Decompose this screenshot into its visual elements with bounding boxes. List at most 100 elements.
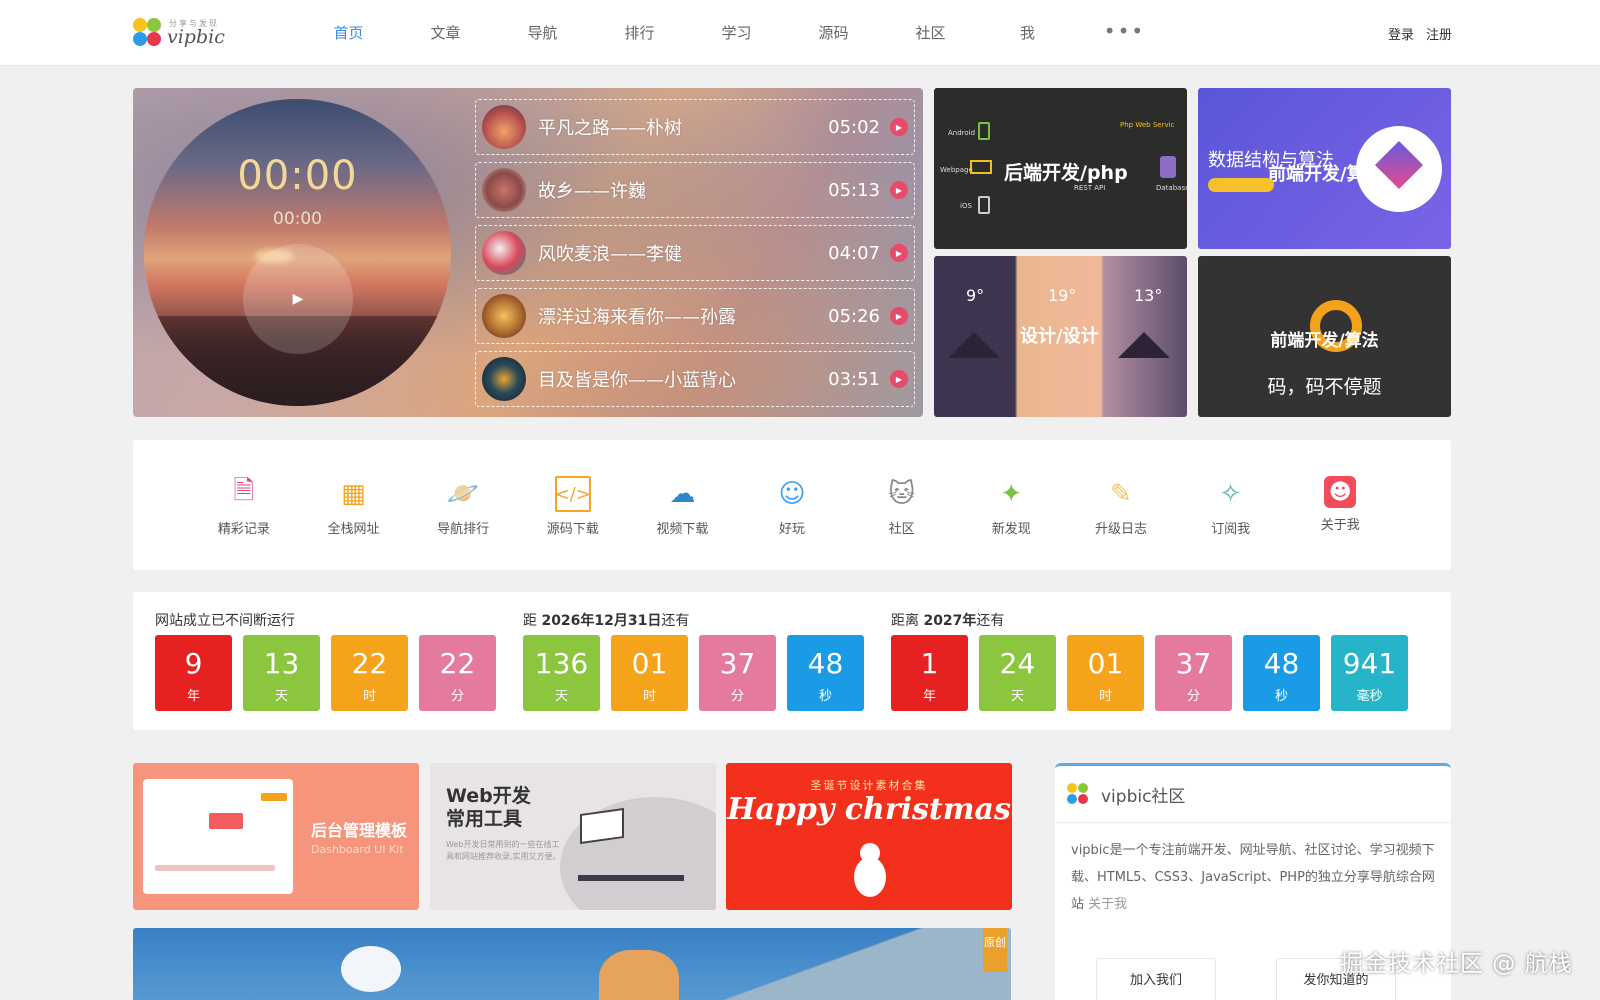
shortcut-item[interactable]: ✧ 订阅我 — [1176, 440, 1286, 570]
year-end-label-pre: 距 — [523, 613, 542, 629]
track-item[interactable]: 平凡之路——朴树 05:02 ▶ — [475, 99, 915, 155]
banner-web-tools[interactable]: Web开发 常用工具 Web开发日常用到的一些在线工具和网站推荐收录,实用又方便… — [430, 763, 716, 910]
shortcut-label: 好玩 — [779, 522, 806, 537]
cd-number: 22 — [439, 647, 476, 680]
nav-item-source[interactable]: 源码 — [785, 0, 882, 66]
track-item[interactable]: 风吹麦浪——李健 04:07 ▶ — [475, 225, 915, 281]
uptime-label-bold: 网站成立 — [155, 613, 211, 629]
community-name: vipbic社区 — [1101, 786, 1186, 807]
next-year-label-rest: 还有 — [976, 613, 1005, 629]
shortcut-item[interactable]: ☻ 关于我 — [1285, 440, 1395, 570]
track-play-icon[interactable]: ▶ — [890, 244, 908, 262]
tile-frontend-algo[interactable]: 前端开发/算法 码，码不停题 — [1198, 256, 1451, 417]
cat-icon: 🐱 — [888, 479, 916, 509]
uptime-label: 网站成立已不间断运行 — [155, 610, 496, 630]
mountain-icon — [948, 332, 1000, 358]
banner-title: 后台管理模板 — [311, 821, 408, 840]
shortcut-item[interactable]: ☁ 视频下载 — [628, 440, 738, 570]
join-us-button[interactable]: 加入我们 — [1096, 958, 1216, 1000]
uptime-group: 网站成立已不间断运行 9年 13 天 22 时 22 分 — [155, 610, 496, 711]
cd-unit: 秒 — [818, 689, 832, 704]
monitor-icon — [970, 160, 992, 174]
track-cover — [482, 294, 526, 338]
cd-unit: 时 — [362, 689, 376, 704]
cd-unit: 分 — [1186, 689, 1200, 704]
original-badge: 原创 — [983, 928, 1007, 972]
cd-box-days: 13 天 — [243, 635, 320, 711]
star-wand-icon: ✧ — [1219, 479, 1242, 509]
auth-links: 登录 注册 — [1388, 24, 1452, 43]
cd-box-minutes: 37 分 — [1155, 635, 1232, 711]
track-play-icon[interactable]: ▶ — [890, 181, 908, 199]
shortcut-label: 视频下载 — [656, 522, 709, 537]
shortcut-item[interactable]: ✎ 升级日志 — [1066, 440, 1176, 570]
next-year-label-pre: 距离 — [891, 613, 924, 629]
cd-number: 37 — [719, 647, 756, 680]
shortcut-item[interactable]: 🗎 精彩记录 — [189, 440, 299, 570]
featured-article-banner[interactable]: 原创 — [133, 928, 1011, 1000]
cd-box-days: 24 天 — [979, 635, 1056, 711]
about-link[interactable]: 关于我 — [1088, 897, 1127, 912]
snowman-body-icon — [854, 857, 886, 897]
next-year-label: 距离 2027年还有 — [891, 610, 1408, 630]
track-play-icon[interactable]: ▶ — [890, 370, 908, 388]
track-item[interactable]: 漂洋过海来看你——孙露 05:26 ▶ — [475, 288, 915, 344]
tile-database-caption: Database — [1156, 184, 1187, 192]
tile-label: 后端开发/php — [1004, 162, 1128, 184]
cd-unit: 天 — [554, 689, 568, 704]
shortcut-item[interactable]: 🐱 社区 — [847, 440, 957, 570]
track-title: 平凡之路——朴树 — [538, 118, 682, 139]
banner-title: Happy christmas — [727, 792, 1011, 827]
more-menu-icon[interactable]: ••• — [1076, 0, 1173, 66]
nav-item-me[interactable]: 我 — [979, 0, 1076, 66]
tile-label: 设计/设计 — [1020, 326, 1099, 347]
register-link[interactable]: 注册 — [1426, 24, 1452, 43]
tile-temp-3: 13° — [1134, 286, 1163, 305]
shortcut-item[interactable]: </> 源码下载 — [518, 440, 628, 570]
cd-number: 941 — [1342, 647, 1397, 680]
tile-ios-caption: iOS — [960, 202, 972, 210]
shortcut-item[interactable]: ▦ 全栈网址 — [299, 440, 409, 570]
play-button[interactable]: ▶ — [243, 244, 353, 354]
shortcut-item[interactable]: 🪐 导航排行 — [408, 440, 518, 570]
cd-box-hours: 01 时 — [611, 635, 688, 711]
login-link[interactable]: 登录 — [1388, 24, 1414, 43]
site-logo[interactable]: 分享与发现 vipbic — [133, 16, 233, 50]
cd-number: 01 — [631, 647, 668, 680]
track-title: 目及皆是你——小蓝背心 — [538, 370, 736, 391]
track-item[interactable]: 目及皆是你——小蓝背心 03:51 ▶ — [475, 351, 915, 407]
banner-dashboard-template[interactable]: 后台管理模板 Dashboard UI Kit — [133, 763, 419, 910]
tile-backend-php[interactable]: Php Web Servic Android Webpage iOS 后端开发/… — [934, 88, 1187, 249]
shortcut-item[interactable]: ☺ 好玩 — [737, 440, 847, 570]
monitor-icon — [580, 807, 624, 845]
tile-sublabel: 码，码不停题 — [1267, 376, 1382, 398]
nav-item-articles[interactable]: 文章 — [397, 0, 494, 66]
logo-word: vipbic — [167, 26, 225, 48]
banner-subtitle: Dashboard UI Kit — [311, 843, 404, 856]
banner-christmas[interactable]: 圣诞节设计素材合集 Happy christmas — [726, 763, 1012, 910]
track-item[interactable]: 故乡——许巍 05:13 ▶ — [475, 162, 915, 218]
track-duration: 05:26 — [828, 305, 880, 327]
next-year-date: 2027年 — [923, 613, 977, 629]
tile-design[interactable]: 9° 19° 13° 设计/设计 — [934, 256, 1187, 417]
shortcut-label: 升级日志 — [1094, 522, 1147, 537]
nav-item-home[interactable]: 首页 — [300, 0, 397, 66]
dashboard-preview — [143, 779, 293, 894]
year-end-label: 距 2026年12月31日还有 — [523, 610, 864, 630]
tile-php-caption: Php Web Servic — [1120, 121, 1175, 129]
cd-unit: 时 — [1098, 689, 1112, 704]
track-play-icon[interactable]: ▶ — [890, 118, 908, 136]
nav-item-ranking[interactable]: 排行 — [591, 0, 688, 66]
nav-item-learn[interactable]: 学习 — [688, 0, 785, 66]
tile-data-structures[interactable]: 数据结构与算法 前端开发/算 — [1198, 88, 1451, 249]
track-play-icon[interactable]: ▶ — [890, 307, 908, 325]
nav-item-navigation[interactable]: 导航 — [494, 0, 591, 66]
cd-box-years: 9年 — [155, 635, 232, 711]
nav-item-community[interactable]: 社区 — [882, 0, 979, 66]
tile-temp-1: 9° — [966, 286, 985, 305]
shortcut-item[interactable]: ✦ 新发现 — [956, 440, 1066, 570]
shortcut-label: 新发现 — [991, 522, 1031, 537]
cat-illustration — [599, 950, 679, 1000]
cd-unit: 毫秒 — [1356, 689, 1383, 704]
cd-number: 9 — [184, 647, 203, 680]
